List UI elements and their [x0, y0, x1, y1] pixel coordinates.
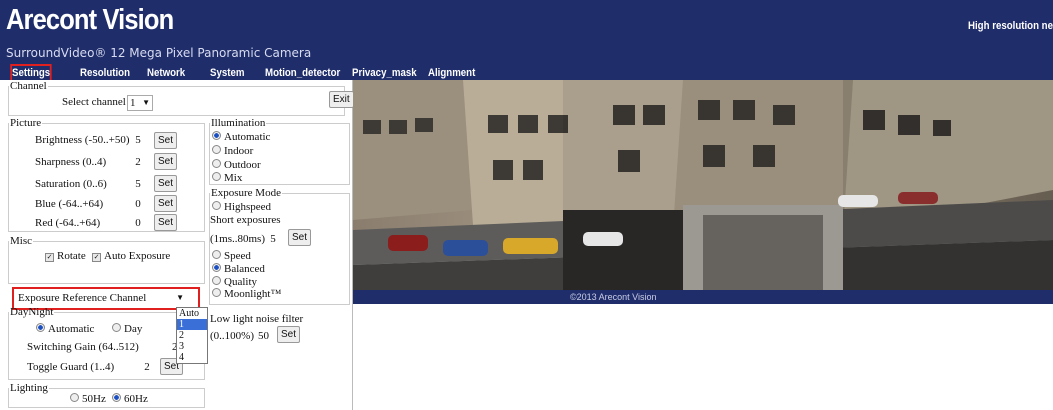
- illumination-mix-option[interactable]: Mix: [212, 172, 242, 184]
- auto-exposure-checkbox[interactable]: ✓: [92, 253, 101, 262]
- camera-subtitle: SurroundVideo® 12 Mega Pixel Panoramic C…: [6, 46, 312, 60]
- noise-filter-value[interactable]: 50: [258, 330, 269, 342]
- radio-selected-icon: [112, 393, 121, 402]
- exposure-highspeed-option[interactable]: Highspeed: [212, 201, 271, 213]
- exposure-range-label: (1ms..80ms): [210, 233, 265, 245]
- chevron-down-icon: ▼: [142, 98, 150, 107]
- chevron-down-icon: ▼: [176, 293, 184, 302]
- short-exposures-label: Short exposures: [210, 214, 281, 226]
- dropdown-option-auto[interactable]: Auto: [177, 308, 207, 319]
- camera-panorama-view[interactable]: [353, 80, 1053, 290]
- lighting-60hz-option[interactable]: 60Hz: [112, 393, 148, 405]
- radio-icon: [212, 276, 221, 285]
- brightness-label: Brightness (-50..+50): [35, 134, 130, 146]
- copyright-text: ©2013 Arecont Vision: [570, 292, 657, 302]
- exposure-mode-legend: Exposure Mode: [211, 187, 281, 199]
- radio-icon: [212, 201, 221, 210]
- select-channel-label: Select channel: [62, 96, 126, 108]
- lighting-legend: Lighting: [10, 382, 48, 394]
- radio-selected-icon: [212, 131, 221, 140]
- sharpness-set-button[interactable]: Set: [154, 153, 178, 170]
- panorama-image: [353, 80, 1053, 290]
- rotate-option[interactable]: ✓ Rotate: [45, 250, 86, 262]
- saturation-set-button[interactable]: Set: [154, 175, 178, 192]
- illumination-automatic-option[interactable]: Automatic: [212, 131, 270, 143]
- radio-selected-icon: [36, 323, 45, 332]
- dropdown-option-1[interactable]: 1: [177, 319, 207, 330]
- illumination-outdoor-option[interactable]: Outdoor: [212, 159, 261, 171]
- nav-alignment[interactable]: Alignment: [428, 66, 475, 80]
- red-set-button[interactable]: Set: [154, 214, 178, 231]
- toggle-guard-label: Toggle Guard (1..4): [27, 361, 115, 373]
- nav-resolution[interactable]: Resolution: [80, 66, 130, 80]
- radio-selected-icon: [212, 263, 221, 272]
- auto-exposure-option[interactable]: ✓ Auto Exposure: [92, 250, 170, 262]
- radio-icon: [212, 288, 221, 297]
- exposure-quality-option[interactable]: Quality: [212, 276, 257, 288]
- channel-group: Channel: [8, 80, 345, 116]
- exposure-ref-select[interactable]: Exposure Reference Channel ▼: [16, 291, 190, 305]
- switching-gain-label: Switching Gain (64..512): [27, 341, 139, 353]
- main-nav: Settings Resolution Network System Motio…: [0, 64, 1053, 82]
- rotate-checkbox[interactable]: ✓: [45, 253, 54, 262]
- radio-icon: [212, 250, 221, 259]
- channel-legend: Channel: [10, 80, 47, 92]
- saturation-label: Saturation (0..6): [35, 178, 107, 190]
- nav-settings[interactable]: Settings: [10, 64, 52, 82]
- blue-value[interactable]: 0: [131, 198, 145, 210]
- brightness-set-button[interactable]: Set: [154, 132, 178, 149]
- dropdown-option-4[interactable]: 4: [177, 352, 207, 363]
- red-value[interactable]: 0: [131, 217, 145, 229]
- radio-icon: [112, 323, 121, 332]
- saturation-value[interactable]: 5: [131, 178, 145, 190]
- toggle-guard-value[interactable]: 2: [140, 361, 154, 373]
- nav-privacy-mask[interactable]: Privacy_mask: [352, 66, 417, 80]
- noise-filter-set-button[interactable]: Set: [277, 326, 301, 343]
- noise-filter-label: Low light noise filter: [210, 313, 304, 325]
- exit-button[interactable]: Exit: [329, 91, 354, 108]
- camera-caption-bar: ©2013 Arecont Vision: [353, 290, 1053, 304]
- nav-motion-detector[interactable]: Motion_detector: [265, 66, 340, 80]
- daynight-day-option[interactable]: Day: [112, 323, 142, 335]
- daynight-legend: DayNight: [10, 306, 54, 318]
- nav-network[interactable]: Network: [147, 66, 185, 80]
- settings-panel: Channel Select channel 1 ▼ Exit Picture B…: [0, 80, 354, 410]
- dropdown-option-3[interactable]: 3: [177, 341, 207, 352]
- channel-select[interactable]: 1 ▼: [127, 95, 153, 111]
- header-bar: Arecont Vision SurroundVideo® 12 Mega Pi…: [0, 0, 1053, 66]
- illumination-indoor-option[interactable]: Indoor: [212, 145, 253, 157]
- red-label: Red (-64..+64): [35, 217, 101, 229]
- nav-system[interactable]: System: [210, 66, 244, 80]
- blue-set-button[interactable]: Set: [154, 195, 178, 212]
- radio-icon: [212, 159, 221, 168]
- illumination-legend: Illumination: [211, 117, 266, 129]
- radio-icon: [212, 172, 221, 181]
- brand-logo: Arecont Vision: [6, 4, 174, 36]
- picture-legend: Picture: [10, 117, 42, 129]
- misc-legend: Misc: [10, 235, 32, 247]
- exposure-set-button[interactable]: Set: [288, 229, 312, 246]
- lighting-50hz-option[interactable]: 50Hz: [70, 393, 106, 405]
- exposure-balanced-option[interactable]: Balanced: [212, 263, 265, 275]
- header-right-text: High resolution ne: [968, 20, 1053, 32]
- radio-icon: [70, 393, 79, 402]
- exposure-ref-dropdown-list[interactable]: Auto 1 2 3 4: [176, 307, 208, 364]
- sharpness-value[interactable]: 2: [131, 156, 145, 168]
- brightness-value[interactable]: 5: [131, 134, 145, 146]
- daynight-automatic-option[interactable]: Automatic: [36, 323, 94, 335]
- exposure-moonlight-option[interactable]: Moonlight™: [212, 288, 281, 300]
- dropdown-option-2[interactable]: 2: [177, 330, 207, 341]
- lighting-group: Lighting: [8, 382, 205, 408]
- exposure-speed-option[interactable]: Speed: [212, 250, 251, 262]
- noise-filter-range-label: (0..100%): [210, 330, 254, 342]
- blue-label: Blue (-64..+64): [35, 198, 104, 210]
- exposure-range-value[interactable]: 5: [266, 233, 280, 245]
- radio-icon: [212, 145, 221, 154]
- sharpness-label: Sharpness (0..4): [35, 156, 107, 168]
